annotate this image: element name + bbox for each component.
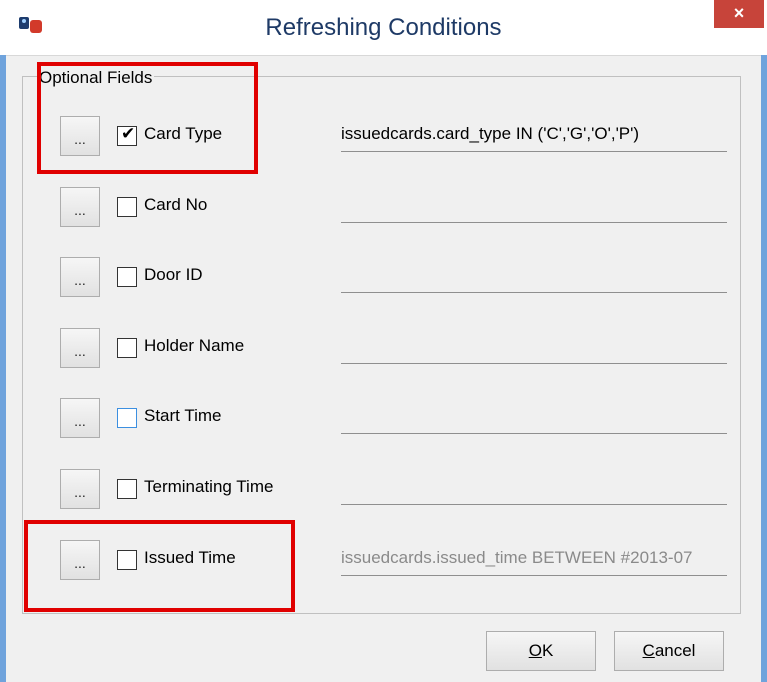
field-row-start-time: ... Start Time (0, 398, 767, 442)
highlight-box-issued-time (24, 520, 295, 612)
card-no-label[interactable]: Card No (144, 195, 207, 215)
door-id-condition-field[interactable] (341, 265, 727, 293)
holder-name-ellipsis-button[interactable]: ... (60, 328, 100, 368)
terminating-time-condition-field[interactable] (341, 477, 727, 505)
terminating-time-ellipsis-button[interactable]: ... (60, 469, 100, 509)
door-id-checkbox[interactable] (117, 267, 137, 287)
cancel-button[interactable]: Cancel (614, 631, 724, 671)
field-row-terminating-time: ... Terminating Time (0, 469, 767, 513)
start-time-label[interactable]: Start Time (144, 406, 221, 426)
window-title: Refreshing Conditions (265, 14, 502, 41)
cancel-mnemonic: C (642, 641, 655, 660)
field-row-holder-name: ... Holder Name (0, 328, 767, 372)
door-id-ellipsis-button[interactable]: ... (60, 257, 100, 297)
ok-label-rest: K (541, 641, 554, 660)
close-button[interactable]: × (714, 0, 764, 28)
card-no-checkbox[interactable] (117, 197, 137, 217)
close-icon: × (733, 3, 745, 23)
terminating-time-label[interactable]: Terminating Time (144, 477, 273, 497)
holder-name-checkbox[interactable] (117, 338, 137, 358)
highlight-box-card-type (37, 62, 258, 174)
field-row-door-id: ... Door ID (0, 257, 767, 301)
start-time-condition-field[interactable] (341, 406, 727, 434)
card-type-condition-field[interactable]: issuedcards.card_type IN ('C','G','O','P… (341, 124, 727, 152)
issued-time-condition-field[interactable]: issuedcards.issued_time BETWEEN #2013-07 (341, 548, 727, 576)
start-time-checkbox[interactable] (117, 408, 137, 428)
terminating-time-checkbox[interactable] (117, 479, 137, 499)
door-id-label[interactable]: Door ID (144, 265, 203, 285)
field-row-card-no: ... Card No (0, 187, 767, 231)
card-no-ellipsis-button[interactable]: ... (60, 187, 100, 227)
ok-button[interactable]: OK (486, 631, 596, 671)
dialog-window: Refreshing Conditions × Optional Fields … (0, 0, 767, 682)
start-time-ellipsis-button[interactable]: ... (60, 398, 100, 438)
holder-name-label[interactable]: Holder Name (144, 336, 244, 356)
cancel-label-rest: ancel (654, 641, 696, 660)
ok-mnemonic: O (528, 641, 542, 660)
card-no-condition-field[interactable] (341, 195, 727, 223)
title-bar[interactable]: Refreshing Conditions × (0, 0, 767, 56)
holder-name-condition-field[interactable] (341, 336, 727, 364)
